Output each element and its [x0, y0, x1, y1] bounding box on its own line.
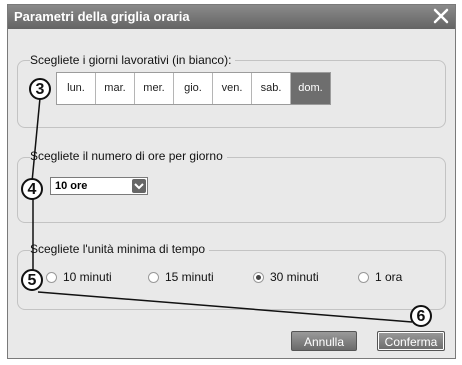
callout-6: 6: [410, 305, 432, 327]
callout-3: 3: [29, 78, 51, 100]
callout-4: 4: [21, 178, 43, 200]
callout-5: 5: [21, 269, 43, 291]
callout-lines: [31, 97, 413, 323]
